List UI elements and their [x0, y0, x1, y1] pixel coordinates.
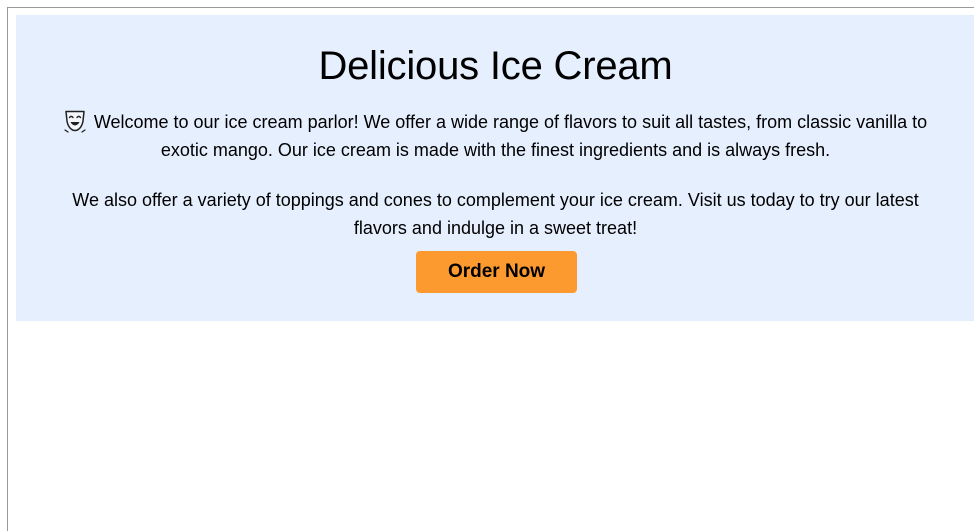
offer-paragraph: We also offer a variety of toppings and …: [72, 190, 919, 238]
hero-section: Delicious Ice Cream Welcome to our ice c…: [16, 15, 974, 321]
page-frame: Delicious Ice Cream Welcome to our ice c…: [7, 7, 974, 531]
page-title: Delicious Ice Cream: [318, 44, 673, 88]
intro-text: Welcome to our ice cream parlor! We offe…: [93, 112, 928, 160]
theater-mask-icon: [64, 109, 86, 133]
order-now-button[interactable]: Order Now: [416, 251, 577, 293]
intro-paragraph: Welcome to our ice cream parlor! We offe…: [56, 108, 935, 164]
